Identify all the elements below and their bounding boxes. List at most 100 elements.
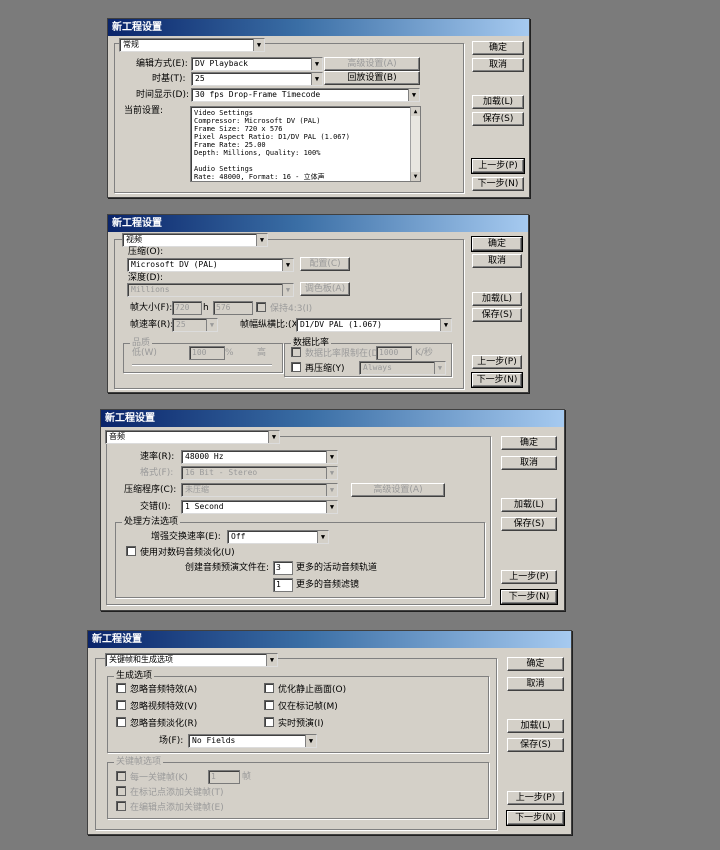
- save-button[interactable]: 保存(S): [472, 112, 524, 126]
- realtime-preview-checkbox[interactable]: 实时预演(I): [264, 717, 324, 730]
- chevron-down-icon: ▼: [326, 501, 337, 513]
- load-button[interactable]: 加载(L): [501, 498, 557, 512]
- section-select[interactable]: 关键帧和生成选项 ▼: [105, 653, 278, 667]
- compressor-select[interactable]: 未压缩 ▼: [181, 483, 338, 497]
- processing-group: 处理方法选项 增强交换速率(E): Off ▼ 使用对数码音频淡化(U) 创建音频…: [115, 516, 485, 598]
- checkbox-box: [116, 683, 126, 693]
- frame-width-input[interactable]: 720: [172, 301, 202, 315]
- fields-select[interactable]: No Fields ▼: [188, 734, 317, 748]
- quality-slider[interactable]: [132, 364, 272, 366]
- ignore-video-effects-label: 忽略视频特效(V): [130, 702, 198, 712]
- quality-input[interactable]: 100: [189, 346, 225, 360]
- compressor-value: 未压缩: [185, 485, 209, 494]
- next-button[interactable]: 下一步(N): [500, 589, 558, 605]
- ok-button[interactable]: 确定: [471, 236, 523, 252]
- data-rate-input[interactable]: 1000: [376, 346, 412, 360]
- recompress-checkbox[interactable]: 再压缩(Y): [291, 362, 345, 375]
- time-display-select[interactable]: 30 fps Drop-Frame Timecode ▼: [191, 88, 420, 102]
- next-button[interactable]: 下一步(N): [506, 810, 565, 826]
- load-button[interactable]: 加载(L): [472, 292, 522, 306]
- dialog-video: 新工程设置 视频 ▼ 压缩(O): Microsoft DV (PAL) ▼ 配置(…: [107, 214, 529, 393]
- section-select[interactable]: 常规 ▼: [119, 38, 265, 52]
- cancel-button[interactable]: 取消: [472, 254, 522, 268]
- optimize-stills-checkbox[interactable]: 优化静止画面(O): [264, 683, 346, 696]
- next-button[interactable]: 下一步(N): [472, 177, 524, 191]
- format-select[interactable]: 16 Bit - Stereo ▼: [181, 466, 338, 480]
- load-button[interactable]: 加载(L): [507, 719, 564, 733]
- compressor-label: 压缩程序(C):: [124, 485, 177, 495]
- cancel-button[interactable]: 取消: [507, 677, 564, 691]
- add-at-markers-checkbox[interactable]: 在标记点添加关键帧(T): [116, 786, 224, 799]
- scrollbar[interactable]: ▲ ▼: [410, 107, 420, 181]
- advanced-settings-button[interactable]: 高级设置(A): [351, 483, 445, 497]
- next-button[interactable]: 下一步(N): [471, 372, 523, 388]
- rate-select[interactable]: 48000 Hz ▼: [181, 450, 338, 464]
- checkbox-box: [116, 801, 126, 811]
- section-select[interactable]: 音频 ▼: [105, 430, 280, 444]
- section-select-value: 视频: [126, 235, 142, 244]
- frame-height-input[interactable]: 576: [213, 301, 253, 315]
- chevron-down-icon: ▼: [434, 362, 445, 374]
- ignore-video-effects-checkbox[interactable]: 忽略视频特效(V): [116, 700, 197, 713]
- limit-data-rate-label: 数据比率限制在(D): [305, 349, 382, 359]
- keyframe-every-checkbox[interactable]: 每一关键帧(K): [116, 771, 188, 784]
- settings-line: Audio Settings: [194, 165, 254, 173]
- checkbox-box: [264, 683, 274, 693]
- limit-data-rate-checkbox[interactable]: 数据比率限制在(D): [291, 347, 382, 360]
- save-button[interactable]: 保存(S): [501, 517, 557, 531]
- configure-button[interactable]: 配置(C): [300, 257, 350, 271]
- frames-only-at-markers-checkbox[interactable]: 仅在标记帧(M): [264, 700, 338, 713]
- playback-settings-button[interactable]: 回放设置(B): [324, 71, 420, 85]
- frame-rate-select[interactable]: 25 ▼: [172, 318, 218, 332]
- processing-group-caption: 处理方法选项: [122, 516, 181, 528]
- logarithmic-fades-checkbox[interactable]: 使用对数码音频淡化(U): [126, 546, 235, 559]
- save-button[interactable]: 保存(S): [507, 738, 564, 752]
- prev-button[interactable]: 上一步(P): [501, 570, 557, 584]
- checkbox-box: [126, 546, 136, 556]
- pixel-aspect-select[interactable]: D1/DV PAL (1.067) ▼: [296, 318, 452, 332]
- palette-button[interactable]: 调色板(A): [300, 282, 350, 296]
- depth-select[interactable]: Millions ▼: [127, 283, 294, 297]
- ignore-audio-effects-checkbox[interactable]: 忽略音频特效(A): [116, 683, 197, 696]
- enhance-rate-select[interactable]: Off ▼: [227, 530, 329, 544]
- load-button[interactable]: 加载(L): [472, 95, 524, 109]
- current-settings-text[interactable]: Video Settings Compressor: Microsoft DV …: [190, 106, 421, 182]
- ok-button[interactable]: 确定: [501, 436, 557, 450]
- scroll-up-icon[interactable]: ▲: [411, 107, 420, 116]
- keyframe-every-input[interactable]: 1: [208, 770, 240, 784]
- dialog-title: 新工程设置: [108, 215, 528, 232]
- chevron-down-icon: ▼: [305, 735, 316, 747]
- compressor-select[interactable]: Microsoft DV (PAL) ▼: [127, 258, 294, 272]
- time-display-label: 时间显示(D):: [136, 90, 189, 100]
- recompress-label: 再压缩(Y): [305, 364, 345, 374]
- ok-button[interactable]: 确定: [472, 41, 524, 55]
- cancel-button[interactable]: 取消: [501, 456, 557, 470]
- advanced-settings-button[interactable]: 高级设置(A): [324, 57, 420, 71]
- interleave-select[interactable]: 1 Second ▼: [181, 500, 338, 514]
- chevron-down-icon: ▼: [311, 58, 322, 70]
- section-select[interactable]: 视频 ▼: [122, 233, 268, 247]
- scroll-down-icon[interactable]: ▼: [411, 172, 420, 181]
- chevron-down-icon: ▼: [311, 73, 322, 85]
- filters-input[interactable]: 1: [273, 578, 293, 592]
- timebase-select[interactable]: 25 ▼: [191, 72, 323, 86]
- editing-mode-select[interactable]: DV Playback ▼: [191, 57, 323, 71]
- prev-button[interactable]: 上一步(P): [471, 158, 525, 174]
- quality-low-label: 低(W): [132, 348, 157, 358]
- cancel-button[interactable]: 取消: [472, 58, 524, 72]
- chevron-down-icon: ▼: [282, 259, 293, 271]
- recompress-select[interactable]: Always ▼: [359, 361, 446, 375]
- settings-line: Video Settings: [194, 109, 254, 117]
- prev-button[interactable]: 上一步(P): [472, 355, 522, 369]
- chevron-down-icon: ▼: [282, 284, 293, 296]
- add-at-edits-checkbox[interactable]: 在编辑点添加关键帧(E): [116, 801, 224, 814]
- ignore-audio-fades-checkbox[interactable]: 忽略音频淡化(R): [116, 717, 197, 730]
- checkbox-box: [256, 302, 266, 312]
- keep-43-checkbox[interactable]: 保持4:3(I): [256, 302, 312, 315]
- data-rate-group: 数据比率 数据比率限制在(D) 1000 K/秒 再压缩(Y) Always ▼: [284, 337, 452, 377]
- ok-button[interactable]: 确定: [507, 657, 564, 671]
- save-button[interactable]: 保存(S): [472, 308, 522, 322]
- chevron-down-icon: ▼: [326, 467, 337, 479]
- active-tracks-input[interactable]: 3: [273, 561, 293, 575]
- prev-button[interactable]: 上一步(P): [507, 791, 564, 805]
